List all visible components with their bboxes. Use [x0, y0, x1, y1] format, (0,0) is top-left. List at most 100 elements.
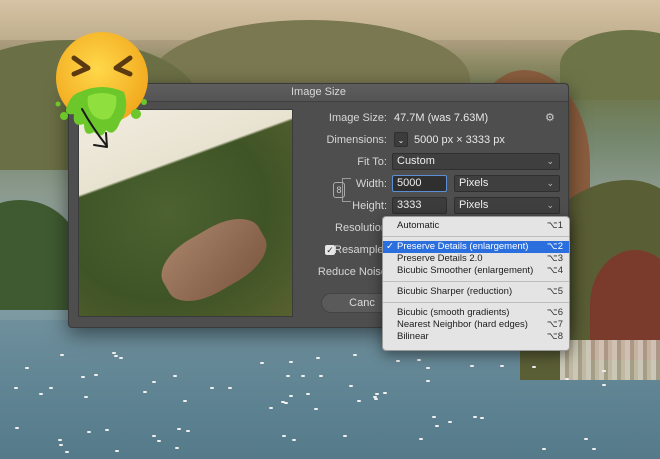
boat: [152, 435, 156, 437]
boat: [228, 387, 232, 389]
boat: [396, 360, 400, 362]
boat: [357, 400, 361, 402]
menu-item-bilinear[interactable]: Bilinear ⌥8: [383, 331, 569, 343]
boat: [210, 387, 214, 389]
image-size-value: 47.7M (was 7.63M): [394, 112, 489, 124]
boat: [473, 416, 477, 418]
dimensions-value: 5000 px × 3333 px: [414, 134, 505, 146]
boat: [448, 421, 452, 423]
menu-item-bicubic-smoother[interactable]: Bicubic Smoother (enlargement) ⌥4: [383, 265, 569, 277]
resample-label: Resample:: [334, 244, 387, 256]
width-unit-value: Pixels: [459, 177, 489, 189]
height-input[interactable]: 3333: [392, 197, 447, 214]
width-input[interactable]: 5000: [392, 175, 447, 192]
chevron-down-icon: ⌄: [546, 200, 554, 210]
menu-item-preserve-details[interactable]: ✓ Preserve Details (enlargement) ⌥2: [383, 241, 569, 253]
mountain: [560, 30, 660, 100]
cancel-button-label: Canc: [349, 297, 375, 309]
menu-item-bicubic-sharper[interactable]: Bicubic Sharper (reduction) ⌥5: [383, 286, 569, 298]
boat: [94, 374, 98, 376]
menu-separator: [383, 236, 569, 237]
boat: [49, 387, 53, 389]
boat: [316, 357, 320, 359]
boat: [286, 375, 290, 377]
boat: [84, 396, 88, 398]
height-label: Height:: [352, 200, 387, 212]
image-size-label: Image Size:: [328, 112, 387, 124]
boat: [419, 438, 423, 440]
boat: [480, 417, 484, 419]
boat: [602, 384, 606, 386]
fit-to-value: Custom: [397, 155, 435, 167]
boat: [177, 428, 181, 430]
gear-icon[interactable]: ⚙: [545, 111, 555, 124]
boat: [58, 439, 62, 441]
resample-method-menu: Automatic ⌥1 ✓ Preserve Details (enlarge…: [382, 216, 570, 351]
boat: [592, 448, 596, 450]
arrow-down-right-icon: [81, 108, 108, 148]
boat: [532, 366, 536, 368]
boat: [602, 370, 606, 372]
dimensions-dropdown-chevron-icon[interactable]: ⌄: [394, 132, 408, 147]
boat: [115, 450, 119, 452]
fit-to-label: Fit To:: [357, 156, 387, 168]
height-unit-value: Pixels: [459, 199, 489, 211]
boat: [183, 400, 187, 402]
boat: [426, 367, 430, 369]
height-unit-select[interactable]: Pixels ⌄: [454, 197, 560, 214]
reduce-noise-label: Reduce Noise: [317, 266, 387, 278]
boat: [81, 376, 85, 378]
chevron-down-icon: ⌄: [546, 156, 554, 166]
boat: [186, 430, 190, 432]
boat: [60, 354, 64, 356]
boat: [152, 381, 156, 383]
boat: [282, 435, 286, 437]
boat: [157, 440, 161, 442]
chevron-down-icon: ⌄: [546, 178, 554, 188]
boat: [105, 429, 109, 431]
boat: [319, 375, 323, 377]
boat: [565, 378, 569, 380]
boat: [59, 444, 63, 446]
boat: [289, 395, 293, 397]
fit-to-select[interactable]: Custom ⌄: [392, 153, 560, 170]
boat: [542, 448, 546, 450]
boat: [289, 361, 293, 363]
boat: [269, 407, 273, 409]
boat: [175, 447, 179, 449]
boat: [39, 393, 43, 395]
menu-separator: [383, 302, 569, 303]
menu-item-automatic[interactable]: Automatic ⌥1: [383, 220, 569, 232]
boat: [14, 387, 18, 389]
boat: [353, 354, 357, 356]
boat: [15, 427, 19, 429]
boat: [112, 352, 116, 354]
dimensions-label: Dimensions:: [326, 134, 387, 146]
boat: [417, 359, 421, 361]
menu-item-preserve-details-2[interactable]: Preserve Details 2.0 ⌥3: [383, 253, 569, 265]
boat: [432, 416, 436, 418]
menu-item-bicubic[interactable]: Bicubic (smooth gradients) ⌥6: [383, 307, 569, 319]
boat: [292, 439, 296, 441]
boat: [500, 365, 504, 367]
width-unit-select[interactable]: Pixels ⌄: [454, 175, 560, 192]
boat: [470, 365, 474, 367]
boat: [25, 367, 29, 369]
boat: [426, 380, 430, 382]
boat: [65, 451, 69, 453]
boat: [301, 375, 305, 377]
check-icon: ✓: [386, 241, 394, 252]
boat: [383, 392, 387, 394]
boat: [314, 408, 318, 410]
boat: [143, 391, 147, 393]
city-buildings: [560, 340, 660, 380]
boat: [435, 425, 439, 427]
boat: [349, 385, 353, 387]
boat: [173, 375, 177, 377]
boat: [375, 393, 379, 395]
menu-separator: [383, 281, 569, 282]
boat: [119, 357, 123, 359]
boat: [306, 393, 310, 395]
boat: [374, 398, 378, 400]
menu-item-nearest-neighbor[interactable]: Nearest Neighbor (hard edges) ⌥7: [383, 319, 569, 331]
